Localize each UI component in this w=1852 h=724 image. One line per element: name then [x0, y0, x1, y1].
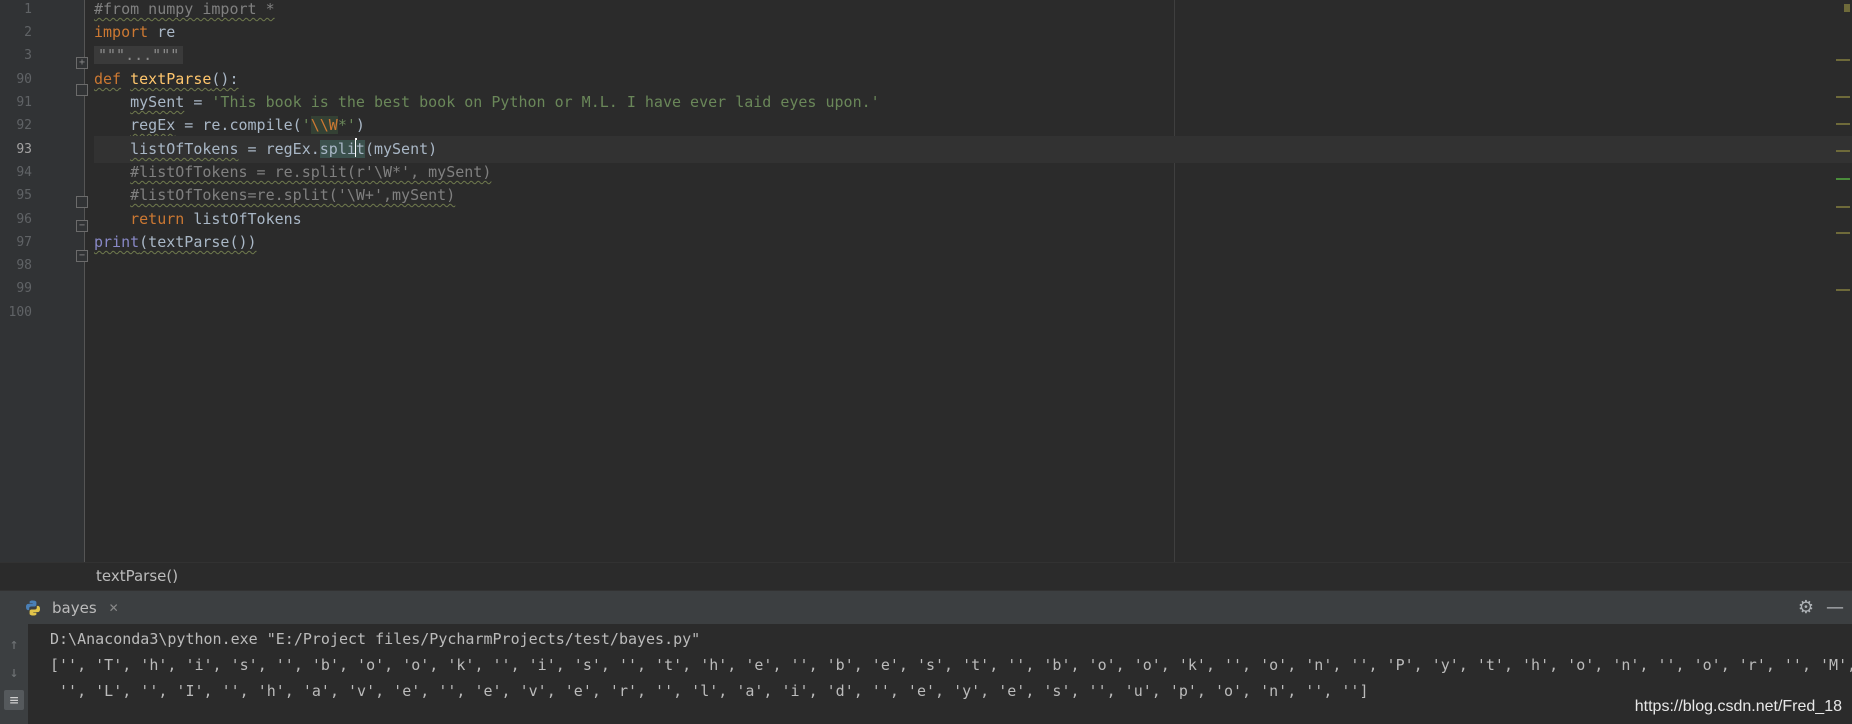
string-literal: 'This book is the best book on Python or… — [211, 93, 880, 111]
fold-collapse-icon[interactable] — [76, 84, 88, 96]
close-icon[interactable]: ✕ — [109, 601, 119, 615]
escape-sequence: \\W — [310, 116, 338, 134]
fold-end-icon[interactable]: − — [76, 250, 88, 262]
code-area[interactable]: #from numpy import * import re """..."""… — [94, 0, 1852, 562]
keyword: def — [94, 70, 122, 88]
variable: listOfTokens — [130, 140, 239, 158]
code-text: = — [184, 93, 212, 111]
scroll-marker[interactable] — [1836, 150, 1850, 152]
code-line-3: """...""" — [94, 42, 1852, 69]
code-text: = re.compile( — [175, 116, 302, 134]
arrow-down-icon[interactable]: ↓ — [4, 662, 24, 682]
run-tool-window-header: bayes ✕ ⚙ — — [0, 590, 1852, 625]
code-text: = regEx. — [238, 140, 320, 158]
module-name: re — [148, 23, 176, 41]
builtin-function: print — [94, 233, 140, 251]
scroll-marker[interactable] — [1836, 289, 1850, 291]
minimize-icon[interactable]: — — [1826, 599, 1844, 617]
breadcrumb-item[interactable]: textParse() — [96, 567, 178, 585]
highlighted-identifier: t — [355, 140, 365, 158]
line-number: 99 — [16, 281, 32, 296]
console-output[interactable]: D:\Anaconda3\python.exe "E:/Project file… — [28, 624, 1852, 724]
run-tab-bayes[interactable]: bayes ✕ — [16, 591, 127, 625]
breadcrumb: textParse() — [0, 562, 1852, 591]
code-text: ) — [355, 116, 365, 134]
code-text: (textParse()) — [139, 233, 257, 251]
comment: #listOfTokens = re.split(r'\W*', mySent) — [130, 163, 492, 181]
line-number: 92 — [16, 118, 32, 133]
line-number: 95 — [16, 188, 32, 203]
console-line: '', 'L', '', 'I', '', 'h', 'a', 'v', 'e'… — [50, 682, 1369, 700]
gear-icon[interactable]: ⚙ — [1798, 599, 1814, 617]
string-literal: *' — [337, 116, 356, 134]
code-line-95: #listOfTokens=re.split('\W+',mySent) — [94, 182, 1852, 209]
console-line: ['', 'T', 'h', 'i', 's', '', 'b', 'o', '… — [50, 656, 1852, 674]
fold-expand-icon[interactable]: + — [76, 57, 88, 69]
code-text: (): — [211, 70, 239, 88]
variable: mySent — [130, 93, 185, 111]
scroll-marker[interactable] — [1836, 96, 1850, 98]
variable: regEx — [130, 116, 176, 134]
fold-collapse-icon[interactable] — [76, 196, 88, 208]
scroll-marker[interactable] — [1836, 123, 1850, 125]
code-text: (mySent) — [364, 140, 438, 158]
keyword: return — [130, 210, 185, 228]
watermark: https://blog.csdn.net/Fred_18 — [1634, 698, 1842, 715]
string-literal: ' — [301, 116, 311, 134]
run-side-toolbar: ↑ ↓ ≡ — [0, 624, 28, 724]
scroll-marker[interactable] — [1844, 4, 1850, 12]
scroll-marker[interactable] — [1836, 232, 1850, 234]
line-number: 100 — [8, 305, 32, 320]
function-name: textParse — [130, 70, 212, 88]
code-text: listOfTokens — [184, 210, 302, 228]
scroll-marker-current[interactable] — [1836, 178, 1850, 180]
code-line-97: print(textParse()) — [94, 229, 1852, 256]
code-line-92: regEx = re.compile('\\W*') — [94, 112, 1852, 139]
comment: #listOfTokens=re.split('\W+',mySent) — [130, 186, 456, 204]
soft-wrap-icon[interactable]: ≡ — [4, 690, 24, 710]
run-tab-label: bayes — [52, 599, 97, 617]
line-number: 3 — [24, 48, 32, 63]
keyword: import — [94, 23, 149, 41]
highlighted-identifier: spli — [319, 140, 356, 158]
arrow-up-icon[interactable]: ↑ — [4, 634, 24, 654]
fold-collapse-icon[interactable]: − — [76, 220, 88, 232]
console-line: D:\Anaconda3\python.exe "E:/Project file… — [50, 630, 701, 648]
code-editor[interactable]: 1 2 3 90 91 92 93 94 95 96 97 98 99 100 … — [0, 0, 1852, 562]
line-number-gutter[interactable]: 1 2 3 90 91 92 93 94 95 96 97 98 99 100 … — [0, 0, 88, 562]
comment: #from numpy import * — [94, 0, 275, 18]
folded-region[interactable]: """...""" — [94, 46, 184, 64]
scroll-marker[interactable] — [1836, 59, 1850, 61]
scroll-marker[interactable] — [1836, 206, 1850, 208]
python-icon — [26, 600, 40, 616]
error-stripe[interactable] — [1832, 0, 1852, 562]
